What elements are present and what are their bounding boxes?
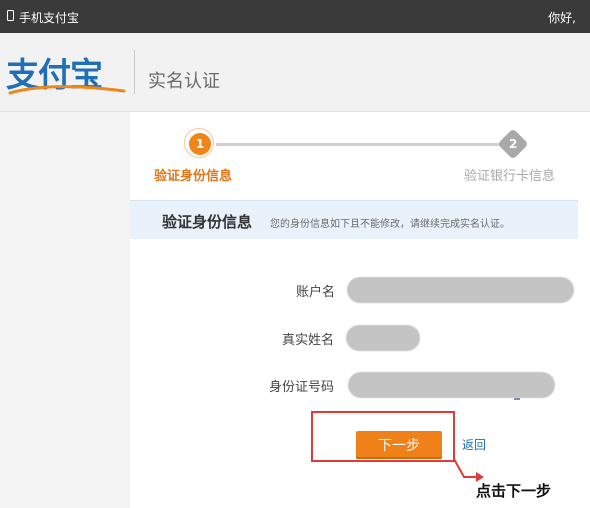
account-name-label: 账户名 [296,285,336,300]
click-next-annotation: 点击下一步 [476,482,552,500]
step-connector-line [216,143,504,146]
step-2-number: 2 [508,136,518,151]
phone-icon [7,10,14,21]
step-indicator: 1 2 验证身份信息 验证银行卡信息 [130,112,590,200]
section-header: 验证身份信息 您的身份信息如下且不能修改，请继续完成实名认证。 [130,200,578,239]
mobile-alipay-link[interactable]: 手机支付宝 [19,9,79,26]
alipay-logo[interactable]: 支付宝 [6,55,126,95]
page-header: 支付宝 实名认证 [0,33,590,112]
step-2-badge: 2 [497,128,529,160]
id-number-value-redacted [348,372,555,398]
step-1-badge: 1 [189,133,211,155]
left-gutter [0,112,130,508]
account-name-value-redacted [347,277,574,303]
section-description: 您的身份信息如下且不能修改，请继续完成实名认证。 [270,219,510,230]
header-divider [134,50,135,94]
step-2-label: 验证银行卡信息 [464,169,556,184]
stray-mark [514,398,520,400]
real-name-label: 真实姓名 [282,333,335,348]
page-title: 实名认证 [148,71,220,92]
id-number-label: 身份证号码 [269,380,335,395]
greeting-text: 你好, [548,11,576,25]
step-1-label: 验证身份信息 [154,169,233,184]
back-link[interactable]: 返回 [462,436,486,453]
section-title: 验证身份信息 [162,213,253,231]
top-bar: 手机支付宝 你好, [0,0,590,33]
real-name-value-redacted [346,325,420,351]
next-step-button[interactable]: 下一步 [356,431,442,459]
logo-swoosh-icon [8,85,126,95]
